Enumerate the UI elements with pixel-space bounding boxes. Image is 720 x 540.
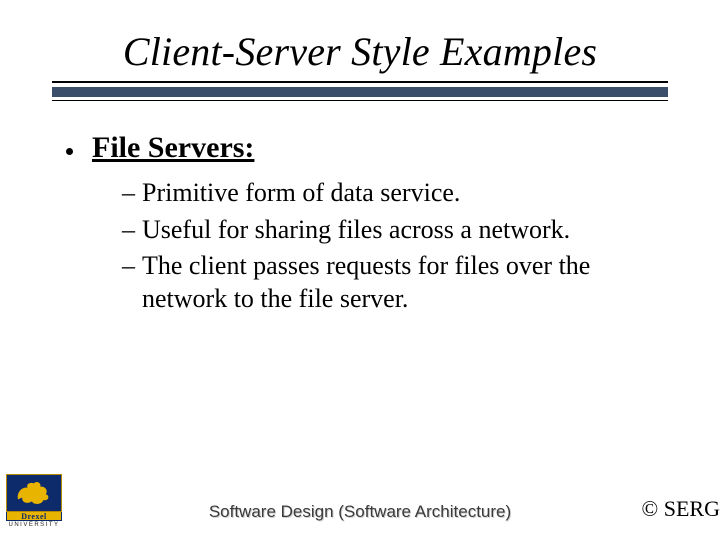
- sublist: – Primitive form of data service. – Usef…: [92, 177, 650, 315]
- body: File Servers: – Primitive form of data s…: [0, 101, 720, 315]
- dash-icon: –: [122, 214, 135, 247]
- bullet-dot-icon: [66, 148, 73, 155]
- bullet-level2-text: The client passes requests for files ove…: [142, 251, 590, 313]
- bullet-level2: – The client passes requests for files o…: [122, 250, 650, 315]
- title-area: Client-Server Style Examples: [0, 0, 720, 75]
- footer-copyright: © SERG: [642, 496, 720, 522]
- dash-icon: –: [122, 250, 135, 283]
- bullet-level2-text: Primitive form of data service.: [142, 178, 460, 207]
- bullet-level1-label: File Servers:: [92, 131, 254, 164]
- title-rule: [0, 81, 720, 101]
- bullet-level2: – Primitive form of data service.: [122, 177, 650, 210]
- slide-title: Client-Server Style Examples: [60, 28, 660, 75]
- footer: Drexel UNIVERSITY Software Design (Softw…: [0, 472, 720, 528]
- logo-subtext: UNIVERSITY: [6, 522, 62, 528]
- bullet-level2: – Useful for sharing files across a netw…: [122, 214, 650, 247]
- bullet-level1: File Servers:: [92, 131, 650, 165]
- bullet-level2-text: Useful for sharing files across a networ…: [142, 215, 570, 244]
- dash-icon: –: [122, 177, 135, 210]
- footer-center-text: Software Design (Software Architecture): [0, 502, 720, 522]
- rule-thick: [52, 87, 668, 97]
- slide: Client-Server Style Examples File Server…: [0, 0, 720, 540]
